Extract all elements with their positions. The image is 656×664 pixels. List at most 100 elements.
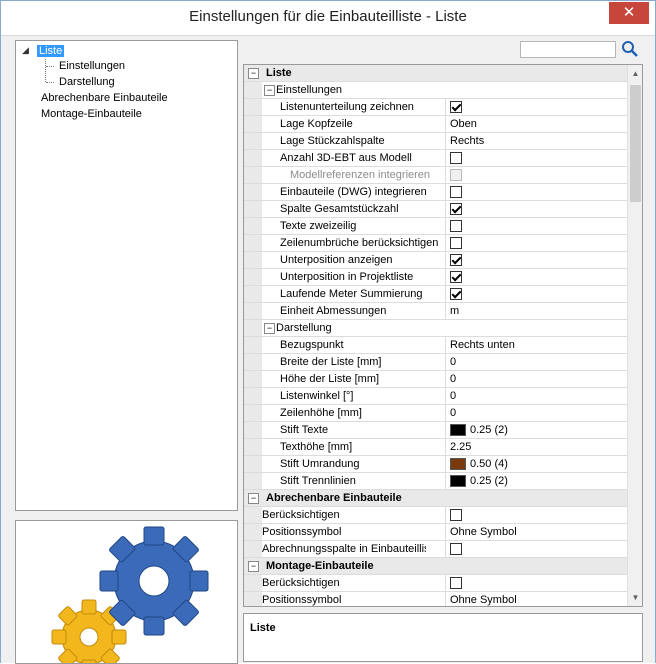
property-row[interactable]: Lage Kopfzeile Oben: [244, 116, 627, 133]
property-value-cell[interactable]: Oben: [445, 116, 627, 132]
property-value-cell[interactable]: [445, 252, 627, 268]
group-liste[interactable]: − Liste: [244, 65, 627, 82]
checkbox[interactable]: [450, 186, 462, 198]
property-value[interactable]: m: [450, 305, 459, 317]
property-value[interactable]: Oben: [450, 118, 477, 130]
group-einstellungen[interactable]: − Einstellungen: [244, 82, 627, 99]
property-value-cell[interactable]: Rechts unten: [445, 337, 627, 353]
property-value-cell[interactable]: [445, 541, 627, 557]
checkbox[interactable]: [450, 237, 462, 249]
property-row[interactable]: Einbauteile (DWG) integrieren: [244, 184, 627, 201]
checkbox[interactable]: [450, 203, 462, 215]
property-value-cell[interactable]: 0: [445, 354, 627, 370]
checkbox[interactable]: [450, 152, 462, 164]
property-row[interactable]: Unterposition anzeigen: [244, 252, 627, 269]
checkbox[interactable]: [450, 254, 462, 266]
property-row[interactable]: Abrechnungsspalte in Einbauteilliste: [244, 541, 627, 558]
property-row[interactable]: Stift Umrandung 0.50 (4): [244, 456, 627, 473]
pen-color-swatch[interactable]: [450, 475, 466, 487]
tree-item-montage[interactable]: Montage-Einbauteile: [41, 107, 142, 122]
property-value-cell[interactable]: [445, 507, 627, 523]
property-row[interactable]: Laufende Meter Summierung: [244, 286, 627, 303]
vertical-scrollbar[interactable]: ▲ ▼: [627, 65, 642, 606]
checkbox[interactable]: [450, 271, 462, 283]
property-value[interactable]: 2.25: [450, 441, 471, 453]
property-value-cell[interactable]: Rechts: [445, 133, 627, 149]
property-value-cell[interactable]: 0: [445, 405, 627, 421]
group-montage[interactable]: − Montage-Einbauteile: [244, 558, 627, 575]
property-row[interactable]: Bezugspunkt Rechts unten: [244, 337, 627, 354]
checkbox[interactable]: [450, 543, 462, 555]
property-row[interactable]: Zeilenhöhe [mm] 0: [244, 405, 627, 422]
property-value[interactable]: 0: [450, 407, 456, 419]
property-value-cell[interactable]: m: [445, 303, 627, 319]
property-row[interactable]: Zeilenumbrüche berücksichtigen: [244, 235, 627, 252]
collapse-toggle-icon[interactable]: −: [248, 493, 259, 504]
property-value-cell[interactable]: [445, 201, 627, 217]
property-value-cell[interactable]: [445, 286, 627, 302]
close-button[interactable]: ✕: [609, 2, 649, 24]
property-value-cell[interactable]: [445, 99, 627, 115]
property-value[interactable]: Ohne Symbol: [450, 594, 517, 606]
property-row[interactable]: Listenunterteilung zeichnen: [244, 99, 627, 116]
scroll-down-icon[interactable]: ▼: [628, 590, 642, 605]
collapse-toggle-icon[interactable]: −: [264, 323, 275, 334]
property-row[interactable]: Breite der Liste [mm] 0: [244, 354, 627, 371]
search-input[interactable]: [520, 41, 616, 58]
property-value-cell[interactable]: 0.25 (2): [445, 422, 627, 438]
property-row[interactable]: Berücksichtigen: [244, 507, 627, 524]
property-row[interactable]: Einheit Abmessungen m: [244, 303, 627, 320]
property-value[interactable]: 0: [450, 356, 456, 368]
property-value-cell[interactable]: 0.50 (4): [445, 456, 627, 472]
pen-color-swatch[interactable]: [450, 424, 466, 436]
property-row[interactable]: Stift Trennlinien 0.25 (2): [244, 473, 627, 490]
property-value-cell[interactable]: [445, 218, 627, 234]
property-value-cell[interactable]: [445, 269, 627, 285]
tree-item-darstellung[interactable]: Darstellung: [59, 75, 115, 90]
checkbox[interactable]: [450, 288, 462, 300]
property-row[interactable]: Anzahl 3D-EBT aus Modell: [244, 150, 627, 167]
property-value-cell[interactable]: [445, 235, 627, 251]
group-darstellung[interactable]: − Darstellung: [244, 320, 627, 337]
property-row[interactable]: Berücksichtigen: [244, 575, 627, 592]
tree-item-liste[interactable]: Liste: [37, 44, 65, 59]
property-value-cell[interactable]: Ohne Symbol: [445, 592, 627, 606]
checkbox[interactable]: [450, 101, 462, 113]
property-row[interactable]: Positionssymbol Ohne Symbol: [244, 592, 627, 606]
property-value-cell[interactable]: [445, 150, 627, 166]
property-value[interactable]: Rechts: [450, 135, 484, 147]
pen-color-swatch[interactable]: [450, 458, 466, 470]
collapse-toggle-icon[interactable]: −: [248, 68, 259, 79]
property-row[interactable]: Stift Texte 0.25 (2): [244, 422, 627, 439]
checkbox[interactable]: [450, 509, 462, 521]
group-abrechenbare[interactable]: − Abrechenbare Einbauteile: [244, 490, 627, 507]
property-value-cell[interactable]: 0: [445, 388, 627, 404]
property-value[interactable]: Ohne Symbol: [450, 526, 517, 538]
property-value-cell[interactable]: 0: [445, 371, 627, 387]
property-value[interactable]: 0: [450, 373, 456, 385]
checkbox[interactable]: [450, 220, 462, 232]
property-value-cell[interactable]: 0.25 (2): [445, 473, 627, 489]
collapse-toggle-icon[interactable]: −: [248, 561, 259, 572]
property-row[interactable]: Unterposition in Projektliste: [244, 269, 627, 286]
property-value[interactable]: 0: [450, 390, 456, 402]
collapse-toggle-icon[interactable]: −: [264, 85, 275, 96]
property-row[interactable]: Modellreferenzen integrieren: [244, 167, 627, 184]
property-value-cell[interactable]: Ohne Symbol: [445, 524, 627, 540]
property-row[interactable]: Positionssymbol Ohne Symbol: [244, 524, 627, 541]
property-value-cell[interactable]: [445, 184, 627, 200]
property-row[interactable]: Spalte Gesamtstückzahl: [244, 201, 627, 218]
property-value-cell[interactable]: 2.25: [445, 439, 627, 455]
scroll-thumb[interactable]: [630, 85, 641, 202]
tree-item-einstellungen[interactable]: Einstellungen: [59, 59, 125, 74]
search-icon[interactable]: [621, 40, 639, 58]
property-row[interactable]: Lage Stückzahlspalte Rechts: [244, 133, 627, 150]
property-row[interactable]: Texthöhe [mm] 2.25: [244, 439, 627, 456]
property-row[interactable]: Listenwinkel [°] 0: [244, 388, 627, 405]
property-value[interactable]: Rechts unten: [450, 339, 515, 351]
property-row[interactable]: Höhe der Liste [mm] 0: [244, 371, 627, 388]
property-value-cell[interactable]: [445, 575, 627, 591]
checkbox[interactable]: [450, 577, 462, 589]
property-value-cell[interactable]: [445, 167, 627, 183]
scroll-up-icon[interactable]: ▲: [628, 66, 642, 81]
